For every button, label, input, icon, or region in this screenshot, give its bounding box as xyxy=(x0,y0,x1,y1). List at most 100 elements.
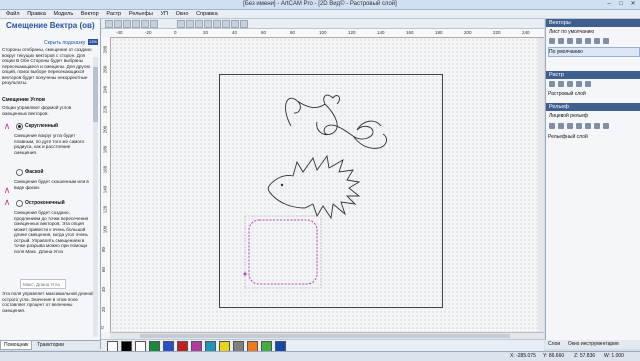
radio-chamfer[interactable] xyxy=(16,169,23,176)
toolbar-button[interactable] xyxy=(150,20,158,28)
menu-toolpath[interactable]: УП xyxy=(160,10,167,18)
menu-file[interactable]: Файл xyxy=(6,10,20,18)
tab-toolpaths[interactable]: Траектории xyxy=(34,341,67,349)
left-panel-tabs: Помощник Траектории xyxy=(0,340,100,350)
minimize-button[interactable]: – xyxy=(604,1,614,7)
ruler-tick: 160 xyxy=(102,165,108,174)
lock-icon[interactable] xyxy=(558,81,564,87)
toolbar-button[interactable] xyxy=(177,20,185,28)
raster-layer[interactable]: Растровый слой xyxy=(548,90,638,98)
relief-select[interactable]: Лицевой рельеф xyxy=(549,113,588,119)
vector-drawing[interactable] xyxy=(111,38,544,332)
max-corner-length-field[interactable] xyxy=(20,279,66,289)
ruler-tick: -20 xyxy=(145,30,152,35)
tab-toolbox[interactable]: Окно инструментария xyxy=(565,340,622,348)
vectors-header: Векторы xyxy=(546,19,640,27)
chamfer-corner-icon: ∧ xyxy=(3,185,11,195)
ruler-tick: 20 xyxy=(101,306,107,313)
status-y: Y: 86.660 xyxy=(543,353,565,359)
option-chamfer-label: Фаской xyxy=(25,169,44,175)
toolbar-button[interactable] xyxy=(195,20,203,28)
selection-handle[interactable] xyxy=(243,272,247,276)
ruler-tick: 80 xyxy=(101,246,107,253)
toolbar-button[interactable] xyxy=(231,20,239,28)
toolbar-button[interactable] xyxy=(132,20,140,28)
maximize-button[interactable]: □ xyxy=(616,1,626,7)
toolbar-button[interactable] xyxy=(204,20,212,28)
up-icon[interactable] xyxy=(594,123,600,129)
scroll-thumb[interactable] xyxy=(93,67,98,122)
toolbar-button[interactable] xyxy=(222,20,230,28)
ruler-tick: 100 xyxy=(102,225,108,234)
layer-label: Растровый слой xyxy=(548,91,586,97)
new-layer-icon[interactable] xyxy=(549,38,555,44)
vertical-scrollbar[interactable] xyxy=(538,38,544,332)
down-icon[interactable] xyxy=(603,38,609,44)
add-icon[interactable] xyxy=(576,81,582,87)
tab-assistant[interactable]: Помощник xyxy=(0,341,33,350)
toolbar-button[interactable] xyxy=(141,20,149,28)
toolbar-button[interactable] xyxy=(240,20,248,28)
raster-toolbar xyxy=(549,81,594,89)
right-panel-tabs: Слои Окно инструментария xyxy=(545,340,640,349)
zoom-badge: 13% xyxy=(88,39,98,45)
toolbar-button[interactable] xyxy=(186,20,194,28)
save-icon[interactable] xyxy=(567,123,573,129)
layer-label: Рельефный слой xyxy=(548,134,588,140)
scroll-thumb[interactable] xyxy=(140,334,510,338)
drawing-grid[interactable] xyxy=(111,38,544,332)
ruler-tick: 280 xyxy=(102,45,108,54)
delete-icon[interactable] xyxy=(585,81,591,87)
section-title: Смещение Углов xyxy=(2,97,46,103)
lock-icon[interactable] xyxy=(558,38,564,44)
menu-window[interactable]: Окно xyxy=(176,10,189,18)
horizontal-scrollbar[interactable] xyxy=(110,332,544,339)
add-icon[interactable] xyxy=(576,123,582,129)
tab-layers[interactable]: Слои xyxy=(545,340,563,348)
toolbar-button[interactable] xyxy=(105,20,113,28)
section-desc: Опции управляют формой углов смещенных в… xyxy=(2,105,72,116)
option-round-desc: Смещение вокруг угла будет плавным, по д… xyxy=(14,133,85,155)
2d-view[interactable]: -40 -20 0 20 40 60 80 100 120 140 160 18… xyxy=(100,29,544,339)
menu-edit[interactable]: Правка xyxy=(27,10,46,18)
menu-relief[interactable]: Рельефы xyxy=(129,10,153,18)
radio-sharp[interactable] xyxy=(16,200,23,207)
lock-icon[interactable] xyxy=(558,123,564,129)
add-icon[interactable] xyxy=(576,38,582,44)
new-layer-icon[interactable] xyxy=(549,123,555,129)
toolbar-button[interactable] xyxy=(123,20,131,28)
vectors-sheet-select[interactable]: Лист по умолчанию xyxy=(549,29,594,35)
ruler-tick: 80 xyxy=(290,30,296,35)
menu-model[interactable]: Модель xyxy=(53,10,73,18)
option-sharp-label: Остроконечный xyxy=(25,200,65,206)
save-icon[interactable] xyxy=(567,81,573,87)
panel-scrollbar[interactable] xyxy=(93,57,98,337)
close-button[interactable]: ✕ xyxy=(628,1,638,7)
assistant-panel: Смещение Вектра (ов) Скрыть подсказку 13… xyxy=(0,19,101,349)
down-icon[interactable] xyxy=(603,123,609,129)
delete-icon[interactable] xyxy=(585,38,591,44)
save-icon[interactable] xyxy=(567,38,573,44)
status-z: Z: 57.836 xyxy=(574,353,596,359)
vector-layer-default[interactable]: По умолчанию xyxy=(548,47,640,57)
menu-vector[interactable]: Вектор xyxy=(81,10,99,18)
relief-toolbar xyxy=(549,123,612,131)
ruler-tick: -40 xyxy=(116,30,123,35)
toolbar-button[interactable] xyxy=(213,20,221,28)
relief-layer[interactable]: Рельефный слой xyxy=(548,133,638,141)
new-layer-icon[interactable] xyxy=(549,81,555,87)
toolbar-button[interactable] xyxy=(114,20,122,28)
vectors-toolbar xyxy=(549,38,612,46)
delete-icon[interactable] xyxy=(585,123,591,129)
selection-box[interactable] xyxy=(244,215,322,289)
ruler-tick: 160 xyxy=(406,30,414,35)
sharp-corner-icon: ∧ xyxy=(3,197,11,207)
menu-raster[interactable]: Растр xyxy=(106,10,121,18)
hide-help-link[interactable]: Скрыть подсказку xyxy=(44,40,85,46)
radio-round[interactable] xyxy=(16,123,23,130)
selected-rectangle-vector[interactable] xyxy=(248,219,318,285)
menu-help[interactable]: Справка xyxy=(196,10,218,18)
menu-bar: Файл Правка Модель Вектор Растр Рельефы … xyxy=(0,10,640,19)
up-icon[interactable] xyxy=(594,38,600,44)
footer-text: Эта поля управляет максимальной длиной о… xyxy=(2,291,94,313)
